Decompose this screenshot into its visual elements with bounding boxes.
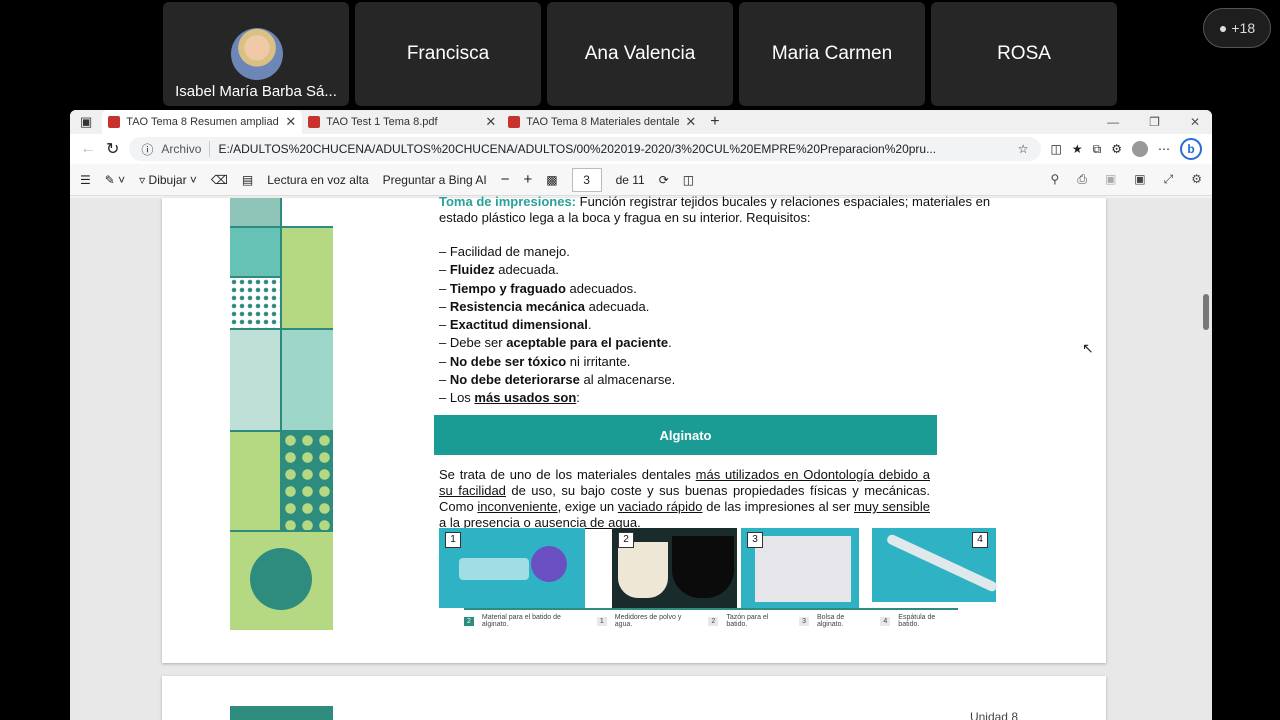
document-text: Toma de impresiones: Función registrar t…	[439, 194, 1031, 408]
participant-name: ROSA	[997, 43, 1051, 64]
tab[interactable]: TAO Tema 8 Materiales dentales ✕	[502, 110, 702, 134]
page-view-icon[interactable]: ◫	[683, 173, 694, 187]
draw-button[interactable]: ▿ Dibujar ˅	[139, 173, 197, 187]
split-screen-icon[interactable]: ◫	[1051, 142, 1062, 156]
ask-bing-button[interactable]: Preguntar a Bing AI	[383, 173, 487, 187]
participant-tile[interactable]: Ana Valencia	[547, 2, 733, 106]
rotate-icon[interactable]: ⟳	[659, 173, 669, 187]
participant-tile[interactable]: Maria Carmen	[739, 2, 925, 106]
new-tab-icon[interactable]: +	[702, 113, 727, 131]
address-bar: ← ↻ ⓘ Archivo E:/ADULTOS%20CHUCENA/ADULT…	[70, 134, 1212, 164]
participant-avatar	[231, 28, 283, 80]
fit-page-icon[interactable]: ▩	[546, 173, 557, 187]
zoom-in-icon[interactable]: +	[523, 171, 532, 188]
bing-copilot-icon[interactable]: b	[1180, 138, 1202, 160]
list-item: – No debe deteriorarse al almacenarse.	[439, 372, 676, 388]
minimize-icon[interactable]: —	[1107, 115, 1119, 129]
sidebar-toggle-icon[interactable]: ▣	[70, 114, 102, 130]
pdf-viewer[interactable]: Toma de impresiones: Función registrar t…	[70, 194, 1212, 720]
photo-mixing-bowls: 2	[612, 528, 737, 608]
tab[interactable]: TAO Tema 8 Resumen ampliado ✕	[102, 110, 303, 134]
restore-icon[interactable]: ❐	[1149, 115, 1160, 129]
participant-tile[interactable]: Francisca	[355, 2, 541, 106]
participant-name: Isabel María Barba Sá...	[175, 83, 337, 100]
save-icon[interactable]: ▣	[1105, 172, 1116, 187]
photo-measuring-spoons: 1	[439, 528, 585, 608]
browser-window: ▣ TAO Tema 8 Resumen ampliado ✕ TAO Test…	[70, 110, 1212, 720]
read-aloud-button[interactable]: Lectura en voz alta	[267, 173, 368, 187]
participant-name: Francisca	[406, 43, 490, 64]
list-item: – Fluidez adecuada.	[439, 262, 559, 278]
list-item: – Resistencia mecánica adecuada.	[439, 298, 650, 314]
back-icon[interactable]: ←	[80, 140, 96, 158]
list-item: – Debe ser aceptable para el paciente.	[439, 335, 672, 351]
extensions-icon[interactable]: ⚙	[1111, 142, 1122, 156]
eraser-icon[interactable]: ⌫	[211, 173, 228, 187]
mouse-cursor-icon: ↖	[1082, 340, 1094, 356]
page-count: de 11	[615, 172, 645, 187]
list-item: – Los más usados son:	[439, 390, 580, 406]
scrollbar-thumb[interactable]	[1203, 294, 1209, 330]
page-header: Unidad 8	[969, 710, 1018, 720]
pen-icon: ▿	[139, 172, 146, 187]
print-icon[interactable]: ⎙	[1077, 172, 1087, 187]
person-icon: ●	[1218, 20, 1228, 36]
close-tab-icon[interactable]: ✕	[685, 114, 696, 130]
list-item: – Exactitud dimensional.	[439, 317, 592, 333]
participant-tile-self[interactable]: Isabel María Barba Sá...	[163, 2, 349, 106]
list-item: – Facilidad de manejo.	[439, 244, 570, 259]
participant-tile[interactable]: ROSA	[931, 2, 1117, 106]
profile-avatar[interactable]	[1132, 141, 1148, 157]
participant-name: Maria Carmen	[771, 43, 893, 64]
favorite-star-icon[interactable]: ☆	[1018, 142, 1029, 156]
section-banner: Alginato	[434, 415, 937, 455]
list-item: – No debe ser tóxico ni irritante.	[439, 353, 631, 369]
pdf-page: Unidad 8	[162, 676, 1106, 720]
tab[interactable]: TAO Test 1 Tema 8.pdf ✕	[302, 110, 502, 134]
save-as-icon[interactable]: ▣	[1134, 172, 1145, 187]
refresh-icon[interactable]: ↻	[106, 139, 119, 159]
highlight-icon[interactable]: ✎ ˅	[105, 173, 125, 187]
photo-spatula: 4	[872, 528, 999, 602]
pdf-icon	[308, 116, 321, 128]
pdf-page: Toma de impresiones: Función registrar t…	[162, 194, 1106, 663]
info-icon: ⓘ	[141, 142, 154, 157]
decorative-illustration	[230, 198, 333, 630]
pdf-icon	[108, 116, 121, 128]
text-box-icon[interactable]: ▤	[242, 173, 253, 187]
collections-icon[interactable]: ⧉	[1093, 142, 1102, 157]
zoom-out-icon[interactable]: −	[501, 171, 510, 188]
tab-bar: ▣ TAO Tema 8 Resumen ampliado ✕ TAO Test…	[70, 110, 1212, 134]
requirements-list: – Facilidad de manejo. – Fluidez adecuad…	[439, 243, 1031, 408]
close-tab-icon[interactable]: ✕	[485, 114, 496, 130]
photo-alginate-bag: 3	[741, 528, 859, 608]
intro-paragraph: Toma de impresiones: Función registrar t…	[439, 194, 991, 225]
participant-name: Ana Valencia	[584, 43, 696, 64]
alginate-paragraph: Se trata de uno de los materiales dental…	[439, 467, 930, 530]
contents-icon[interactable]: ☰	[80, 173, 91, 187]
figure-caption: 2 Material para el batido de alginato. 1M…	[464, 608, 958, 628]
close-tab-icon[interactable]: ✕	[285, 114, 296, 130]
url-field[interactable]: ⓘ Archivo E:/ADULTOS%20CHUCENA/ADULTOS%2…	[129, 137, 1041, 161]
more-participants-button[interactable]: ● +18	[1203, 8, 1271, 48]
more-options-icon[interactable]: ⋯	[1158, 142, 1170, 156]
pdf-icon	[508, 116, 521, 128]
list-item: – Tiempo y fraguado adecuados.	[439, 280, 637, 296]
favorites-icon[interactable]: ★	[1072, 142, 1083, 156]
page-number-input[interactable]: 3	[571, 167, 602, 192]
search-icon[interactable]: ⚲	[1051, 172, 1060, 187]
pdf-toolbar: ☰ ✎ ˅ ▿ Dibujar ˅ ⌫ ▤ Lectura en voz alt…	[70, 164, 1212, 196]
settings-gear-icon[interactable]: ⚙	[1191, 172, 1202, 187]
fullscreen-icon[interactable]: ⤢	[1164, 172, 1174, 187]
close-window-icon[interactable]: ✕	[1190, 115, 1200, 129]
